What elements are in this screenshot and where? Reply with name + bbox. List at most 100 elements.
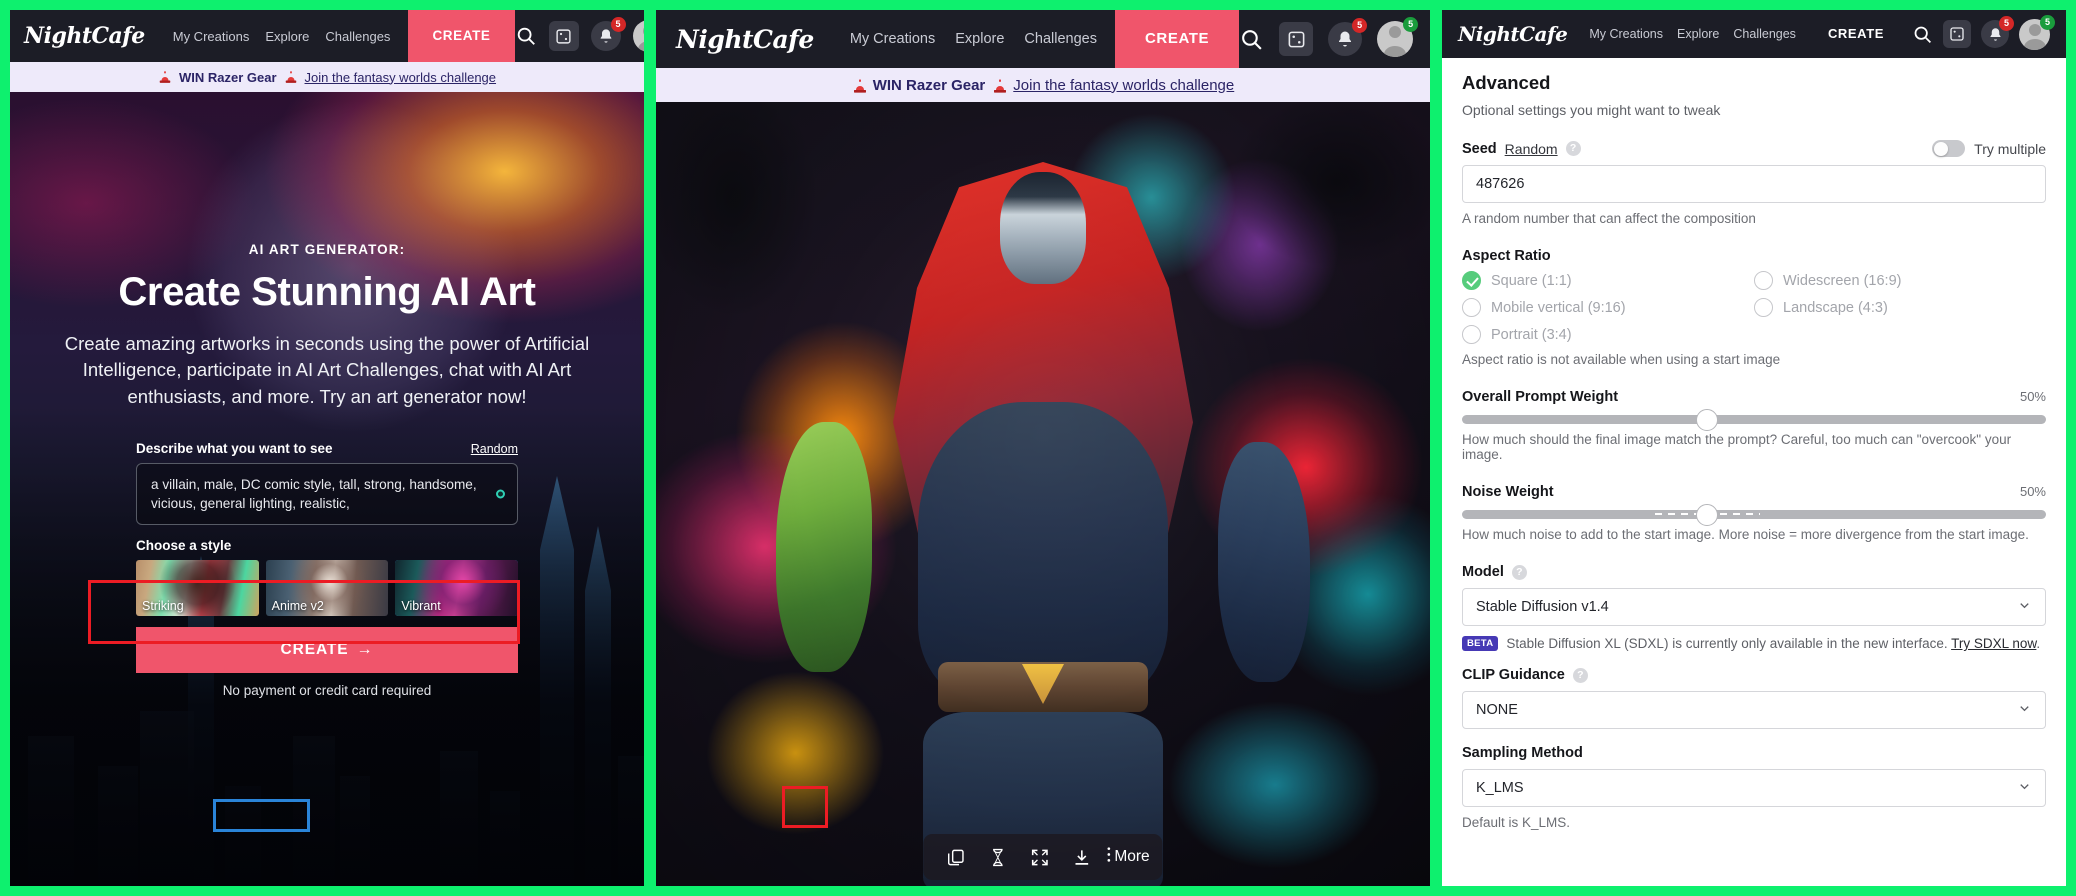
avatar[interactable]: 5: [1377, 17, 1419, 57]
nightcafe-logo[interactable]: NightCafe: [24, 23, 145, 49]
help-icon[interactable]: ?: [1565, 141, 1581, 156]
dice-icon[interactable]: [548, 21, 579, 51]
promo-link[interactable]: Join the fantasy worlds challenge: [305, 70, 497, 85]
nightcafe-logo[interactable]: NightCafe: [676, 25, 814, 54]
nav-link-explore[interactable]: Explore: [265, 29, 309, 44]
noise-weight-header: Noise Weight 50%: [1462, 484, 2046, 500]
overall-prompt-weight-section: Overall Prompt Weight 50% How much shoul…: [1462, 389, 2046, 462]
nav-link-challenges[interactable]: Challenges: [325, 29, 390, 44]
model-select[interactable]: Stable Diffusion v1.4: [1462, 588, 2046, 626]
aspect-option-mobile-vertical[interactable]: Mobile vertical (9:16): [1462, 298, 1754, 317]
hero-paragraph: Create amazing artworks in seconds using…: [64, 332, 590, 408]
prompt-input[interactable]: a villain, male, DC comic style, tall, s…: [136, 462, 518, 526]
nav-link-challenges[interactable]: Challenges: [1733, 27, 1796, 41]
navbar-actions: 5 5: [1912, 14, 2055, 50]
artwork-toolbar: More: [923, 834, 1163, 880]
prompt-weight-slider[interactable]: [1462, 408, 2046, 431]
credits-badge: 5: [1403, 17, 1419, 32]
style-card-label: Vibrant: [401, 599, 441, 614]
nav-link-my-creations[interactable]: My Creations: [850, 31, 935, 47]
seed-random-link[interactable]: Random: [1505, 141, 1558, 157]
advanced-settings-form: Advanced Optional settings you might wan…: [1442, 58, 2066, 830]
prompt-input-value: a villain, male, DC comic style, tall, s…: [151, 476, 477, 511]
search-icon[interactable]: [1239, 27, 1264, 52]
siren-icon-right: [992, 78, 1007, 93]
navbar-left: NightCafe My Creations Explore Challenge…: [10, 10, 644, 62]
noise-weight-section: Noise Weight 50% How much noise to add t…: [1462, 484, 2046, 542]
choose-style-label: Choose a style: [136, 538, 232, 554]
noise-weight-hint: How much noise to add to the start image…: [1462, 527, 2029, 542]
style-card-anime-v2[interactable]: Anime v2: [265, 560, 389, 617]
bell-icon[interactable]: 5: [1328, 18, 1368, 56]
fullscreen-icon[interactable]: [1020, 841, 1058, 873]
avatar[interactable]: 5: [632, 20, 644, 52]
clip-guidance-header: CLIP Guidance ?: [1462, 667, 2046, 683]
nav-link-my-creations[interactable]: My Creations: [173, 29, 250, 44]
try-sdxl-link[interactable]: Try SDXL now: [1951, 636, 2036, 651]
help-icon[interactable]: ?: [1511, 564, 1527, 580]
hero-content: AI ART GENERATOR: Create Stunning AI Art…: [10, 92, 644, 411]
nav-create-button[interactable]: CREATE: [1114, 10, 1240, 68]
nav-create-button[interactable]: CREATE: [408, 10, 515, 62]
search-icon[interactable]: [515, 25, 537, 47]
style-card-striking[interactable]: Striking: [136, 560, 259, 617]
random-prompt-link[interactable]: Random: [471, 442, 518, 456]
bell-icon[interactable]: 5: [590, 17, 626, 51]
hourglass-icon[interactable]: [978, 841, 1016, 873]
no-payment-note: No payment or credit card required: [222, 683, 432, 699]
dice-icon[interactable]: [1943, 20, 1971, 48]
nav-create-button[interactable]: CREATE: [1814, 10, 1898, 58]
style-card-vibrant[interactable]: Vibrant: [395, 560, 519, 617]
slider-knob[interactable]: [1696, 503, 1719, 526]
prompt-label-row: Describe what you want to see Random: [136, 441, 518, 456]
clip-guidance-select[interactable]: NONE: [1462, 691, 2046, 729]
right-panel-advanced-settings: NightCafe My Creations Explore Challenge…: [1442, 10, 2066, 886]
radio-icon: [1754, 271, 1773, 290]
sdxl-notice-tail: .: [2036, 636, 2041, 651]
clip-guidance-section: CLIP Guidance ? NONE: [1462, 667, 2046, 729]
prompt-weight-label: Overall Prompt Weight: [1462, 389, 1619, 405]
style-card-label: Anime v2: [271, 599, 324, 614]
chevron-down-icon: [2017, 598, 2032, 617]
clip-guidance-label: CLIP Guidance: [1462, 667, 1565, 683]
prompt-weight-header: Overall Prompt Weight 50%: [1462, 389, 2046, 405]
sampling-method-select[interactable]: K_LMS: [1462, 769, 2046, 807]
radio-icon: [1754, 298, 1773, 317]
avatar[interactable]: 5: [2019, 14, 2055, 50]
dice-icon[interactable]: [1279, 22, 1314, 56]
aspect-option-widescreen[interactable]: Widescreen (16:9): [1754, 271, 2046, 290]
create-button-label: CREATE: [280, 641, 349, 659]
prompt-form: Describe what you want to see Random a v…: [136, 441, 519, 699]
seed-input[interactable]: 487626: [1462, 165, 2046, 203]
try-multiple-toggle[interactable]: [1932, 140, 1966, 157]
notification-badge: 5: [1352, 18, 1368, 33]
nav-link-challenges[interactable]: Challenges: [1024, 31, 1097, 47]
aspect-option-square[interactable]: Square (1:1): [1462, 271, 1754, 290]
aspect-option-portrait[interactable]: Portrait (3:4): [1462, 325, 1754, 344]
nav-links: My Creations Explore Challenges: [850, 31, 1097, 47]
help-icon[interactable]: ?: [1572, 667, 1588, 683]
prompt-weight-hint: How much should the final image match th…: [1462, 432, 2012, 462]
aspect-option-landscape[interactable]: Landscape (4:3): [1754, 298, 2046, 317]
promo-link[interactable]: Join the fantasy worlds challenge: [1013, 77, 1234, 94]
nav-link-explore[interactable]: Explore: [1677, 27, 1719, 41]
nav-link-my-creations[interactable]: My Creations: [1589, 27, 1663, 41]
aspect-ratio-options: Square (1:1) Widescreen (16:9) Mobile ve…: [1462, 271, 2046, 344]
slider-knob[interactable]: [1696, 408, 1719, 431]
noise-weight-slider[interactable]: [1462, 503, 2046, 526]
nav-link-explore[interactable]: Explore: [955, 31, 1004, 47]
arrow-right-icon: →: [356, 641, 374, 659]
hero-eyebrow: AI ART GENERATOR:: [248, 242, 406, 257]
copy-icon[interactable]: [936, 841, 974, 873]
create-button[interactable]: CREATE →: [136, 627, 518, 674]
nightcafe-logo[interactable]: NightCafe: [1458, 22, 1568, 46]
sampling-method-value: K_LMS: [1476, 780, 1524, 796]
bell-icon[interactable]: 5: [1981, 16, 2014, 48]
generated-artwork[interactable]: More: [656, 102, 1430, 886]
page-title: Create Stunning AI Art: [118, 270, 536, 314]
download-icon[interactable]: [1062, 841, 1100, 873]
search-icon[interactable]: [1912, 24, 1933, 45]
prompt-weight-value: 50%: [2019, 389, 2046, 404]
more-menu-button[interactable]: More: [1104, 845, 1150, 869]
noise-weight-label: Noise Weight: [1462, 484, 1554, 500]
